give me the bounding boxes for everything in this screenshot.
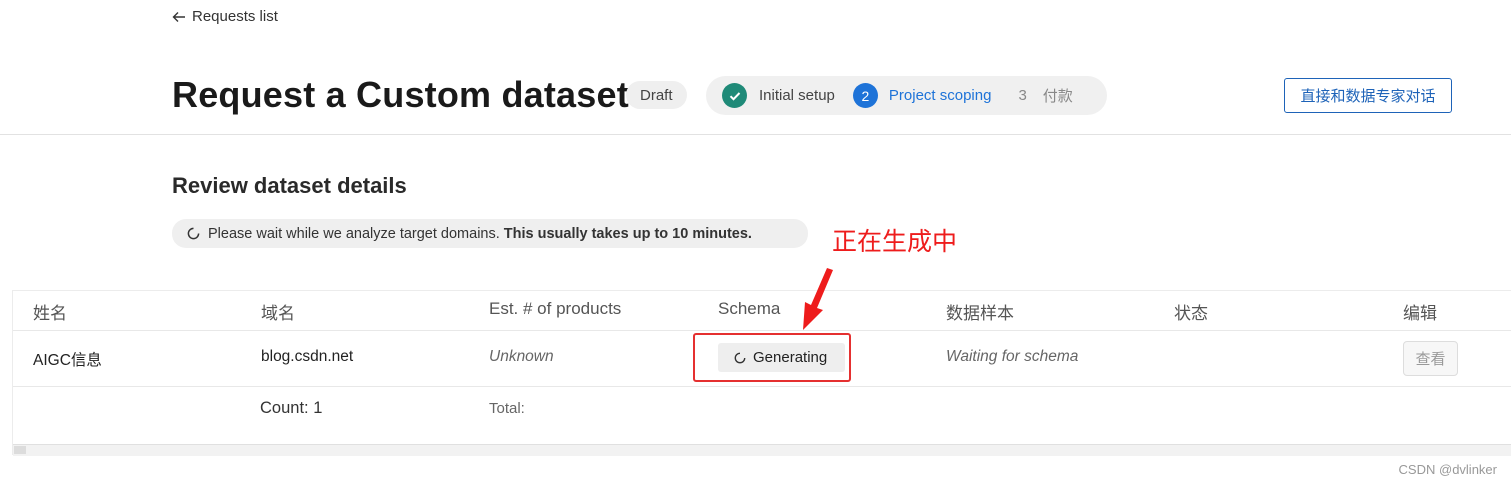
step-number: 2 xyxy=(852,83,878,108)
cell-sample: Waiting for schema xyxy=(946,348,1079,365)
annotation-arrow-icon xyxy=(803,268,833,330)
status-badge: Draft xyxy=(626,81,687,109)
column-header-status: 状态 xyxy=(1174,304,1208,323)
step-number: 3 xyxy=(1018,87,1027,104)
wait-text-bold: This usually takes up to 10 minutes. xyxy=(503,225,752,242)
view-button[interactable]: 查看 xyxy=(1403,341,1458,376)
step-label: Initial setup xyxy=(759,87,835,104)
column-header-name: 姓名 xyxy=(33,304,67,323)
column-header-domain: 域名 xyxy=(261,304,295,323)
progress-stepper: Initial setup 2 Project scoping 3 付款 xyxy=(706,76,1107,115)
cell-domain: blog.csdn.net xyxy=(261,348,354,365)
step-project-scoping[interactable]: 2 Project scoping xyxy=(835,83,992,108)
step-label: 付款 xyxy=(1042,88,1073,105)
column-header-schema: Schema xyxy=(718,299,781,318)
column-header-edit: 编辑 xyxy=(1403,304,1437,323)
column-header-est-products: Est. # of products xyxy=(489,299,622,318)
column-header-sample: 数据样本 xyxy=(946,304,1014,323)
section-title: Review dataset details xyxy=(172,173,407,198)
loading-spinner-icon xyxy=(187,227,200,240)
wait-text: Please wait while we analyze target doma… xyxy=(208,225,500,242)
wait-banner: Please wait while we analyze target doma… xyxy=(172,219,808,248)
step-payment[interactable]: 3 付款 xyxy=(991,85,1072,106)
scroll-left-button[interactable] xyxy=(14,446,26,454)
header-row-divider xyxy=(13,330,1511,331)
back-link-label: Requests list xyxy=(192,8,278,25)
step-initial-setup[interactable]: Initial setup xyxy=(706,83,835,108)
chat-with-expert-button[interactable]: 直接和数据专家对话 xyxy=(1284,78,1452,113)
row-divider xyxy=(13,386,1511,387)
cell-est-products: Unknown xyxy=(489,348,554,365)
check-icon xyxy=(722,83,747,108)
annotation-highlight-box xyxy=(693,333,851,382)
header-divider xyxy=(0,134,1511,135)
step-label: Project scoping xyxy=(888,87,992,104)
horizontal-scrollbar[interactable] xyxy=(13,444,1511,456)
cell-name: AIGC信息 xyxy=(33,352,102,369)
table-total: Total: xyxy=(489,400,525,417)
annotation-text: 正在生成中 xyxy=(832,228,958,256)
watermark: CSDN @dvlinker xyxy=(1398,462,1497,477)
table-count: Count: 1 xyxy=(260,399,323,417)
arrow-left-icon xyxy=(172,11,185,22)
back-link[interactable]: Requests list xyxy=(172,8,278,25)
page-title: Request a Custom dataset xyxy=(172,74,629,115)
